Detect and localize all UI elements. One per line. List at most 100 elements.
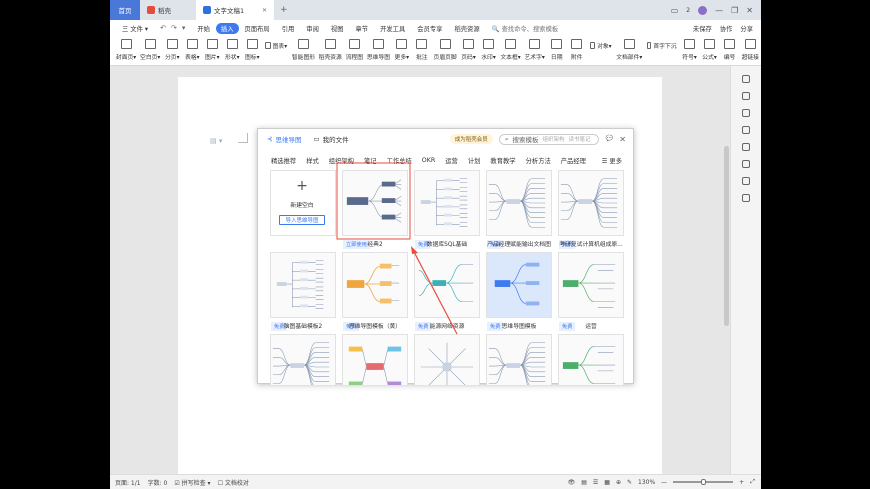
template-card[interactable]: 免费 运营 — [558, 252, 624, 332]
category-tab[interactable]: 精选推荐 — [271, 156, 296, 165]
vip-button[interactable]: 成为稻壳会员 — [449, 134, 493, 144]
menu-section[interactable]: 章节 — [349, 24, 374, 33]
ribbon-button[interactable]: 流程图 — [344, 39, 366, 61]
select-icon[interactable] — [742, 92, 750, 100]
ribbon-button[interactable]: 附件 — [567, 39, 587, 61]
ribbon-small-button[interactable]: 对象▾ — [587, 41, 615, 50]
new-blank-card[interactable]: + 新建空白 导入思维导图 — [270, 170, 336, 250]
fit-page-icon[interactable]: ⤢ — [750, 478, 755, 486]
tab-home[interactable]: 首页 — [110, 0, 140, 20]
template-thumbnail[interactable] — [270, 334, 336, 385]
ribbon-button[interactable]: 分页▾ — [162, 39, 182, 61]
zoom-slider[interactable] — [673, 479, 734, 485]
document-proof[interactable]: ☐ 文档校对 — [218, 478, 249, 487]
template-card[interactable] — [342, 334, 408, 385]
template-card[interactable]: 免费 能源网络资源 — [414, 252, 480, 332]
ribbon-button[interactable]: 页眉页脚 — [432, 39, 459, 61]
tab-document[interactable]: 文字文稿1 ✕ — [196, 0, 274, 20]
menu-references[interactable]: 引用 — [276, 24, 301, 33]
template-card[interactable] — [486, 334, 552, 385]
globe-icon[interactable]: ⊕ — [616, 479, 621, 486]
outline-view-icon[interactable]: ☰ — [593, 479, 598, 486]
ribbon-button[interactable]: 稻壳资源 — [317, 39, 344, 61]
my-files-button[interactable]: ▭ 我的文件 — [313, 134, 348, 144]
style-icon[interactable] — [742, 75, 750, 83]
menu-member[interactable]: 会员专享 — [411, 24, 448, 33]
ribbon-button[interactable]: 符号▾ — [680, 39, 700, 61]
ribbon-button[interactable]: 编号 — [720, 39, 740, 61]
template-thumbnail[interactable] — [558, 334, 624, 385]
menu-page-layout[interactable]: 页面布局 — [239, 24, 276, 33]
feedback-icon[interactable]: 💬 — [606, 135, 613, 144]
mind-map-brand[interactable]: ⊰ 思维导图 — [267, 134, 301, 144]
template-search-input[interactable]: ⌕ 搜索模板 组织架构 读书笔记 — [498, 133, 599, 145]
unsaved-status[interactable]: 未保存 — [693, 24, 712, 33]
plus-icon[interactable]: + — [270, 178, 334, 194]
location-icon[interactable] — [742, 194, 750, 202]
page-view-icon[interactable]: ▤ — [581, 479, 587, 486]
template-thumbnail[interactable] — [486, 252, 552, 318]
ribbon-button[interactable]: 空白页▾ — [138, 39, 162, 61]
template-card[interactable]: 免费 产品经理赋能输出文档图 — [486, 170, 552, 250]
template-card[interactable] — [558, 334, 624, 385]
category-tab[interactable]: 教育教学 — [490, 156, 515, 165]
template-card[interactable]: 免费 思维导图模板 — [486, 252, 552, 332]
share-icon[interactable] — [742, 177, 750, 185]
pen-icon[interactable] — [742, 109, 750, 117]
ribbon-button[interactable]: 日期 — [547, 39, 567, 61]
template-card[interactable]: 立即使用 经典2 — [342, 170, 408, 250]
ribbon-button[interactable]: 封面页▾ — [114, 39, 138, 61]
word-count[interactable]: 字数: 0 — [148, 478, 168, 487]
category-tab[interactable]: OKR — [422, 157, 435, 164]
category-tab[interactable]: 运营 — [445, 156, 458, 165]
close-window-button[interactable]: ✕ — [746, 6, 753, 15]
minimize-button[interactable]: — — [715, 6, 723, 15]
import-mind-map-button[interactable]: 导入思维导图 — [279, 215, 325, 225]
menu-developer[interactable]: 开发工具 — [374, 24, 411, 33]
ribbon-button[interactable]: 文档部件▾ — [615, 39, 644, 61]
template-thumbnail[interactable] — [486, 170, 552, 236]
template-card[interactable]: 免费 数据库SQL基础 — [414, 170, 480, 250]
more-categories-button[interactable]: ☰ 更多 — [602, 156, 622, 165]
tab-daoke[interactable]: 稻壳 — [140, 0, 196, 20]
settings-icon[interactable] — [742, 143, 750, 151]
template-thumbnail[interactable] — [486, 334, 552, 385]
file-menu[interactable]: 三 文件 ▾ — [116, 24, 154, 33]
avatar[interactable] — [698, 5, 708, 15]
new-tab-button[interactable]: + — [274, 5, 294, 15]
search-hint[interactable]: 读书笔记 — [568, 135, 590, 143]
undo-icon[interactable]: ↶ — [160, 24, 166, 32]
template-thumbnail[interactable] — [342, 170, 408, 236]
close-dialog-button[interactable]: ✕ — [619, 135, 626, 144]
category-tab[interactable]: 计划 — [468, 156, 481, 165]
menu-insert[interactable]: 插入 — [215, 22, 239, 34]
menu-review[interactable]: 审阅 — [300, 24, 325, 33]
web-view-icon[interactable]: ▦ — [604, 479, 610, 486]
zoom-out-button[interactable]: — — [661, 479, 667, 486]
command-search[interactable]: 🔍 查找命令、搜索模板 — [486, 24, 559, 33]
template-card[interactable]: 免费 考研复试计算机组成原... — [558, 170, 624, 250]
template-thumbnail[interactable] — [270, 252, 336, 318]
badge[interactable]: 2 — [686, 7, 690, 14]
quick-more-icon[interactable]: ▾ — [182, 24, 186, 32]
category-tab[interactable]: 笔记 — [364, 156, 377, 165]
template-thumbnail[interactable] — [558, 170, 624, 236]
category-tab[interactable]: 工作总结 — [387, 156, 412, 165]
template-thumbnail[interactable] — [558, 252, 624, 318]
ribbon-button[interactable]: 表格▾ — [182, 39, 202, 61]
search-hint[interactable]: 组织架构 — [542, 135, 564, 143]
collaborate-button[interactable]: 协作 — [720, 24, 733, 33]
template-card[interactable]: 免费 思维导图模板（黄） — [342, 252, 408, 332]
ribbon-small-button[interactable]: 首字下沉 — [644, 41, 680, 50]
ribbon-button[interactable]: 智能图形 — [290, 39, 317, 61]
maximize-button[interactable]: ❐ — [731, 6, 738, 15]
cursor-icon[interactable] — [742, 126, 750, 134]
menu-view[interactable]: 视图 — [325, 24, 350, 33]
template-card[interactable]: 免费 脑图基础模板2 — [270, 252, 336, 332]
ribbon-button[interactable]: 图片▾ — [202, 39, 222, 61]
menu-start[interactable]: 开始 — [191, 24, 216, 33]
ribbon-button[interactable]: 超链接 — [740, 39, 761, 61]
ribbon-button[interactable]: 更多▾ — [392, 39, 412, 61]
help-icon[interactable] — [742, 160, 750, 168]
ribbon-button[interactable]: 艺术字▾ — [523, 39, 547, 61]
